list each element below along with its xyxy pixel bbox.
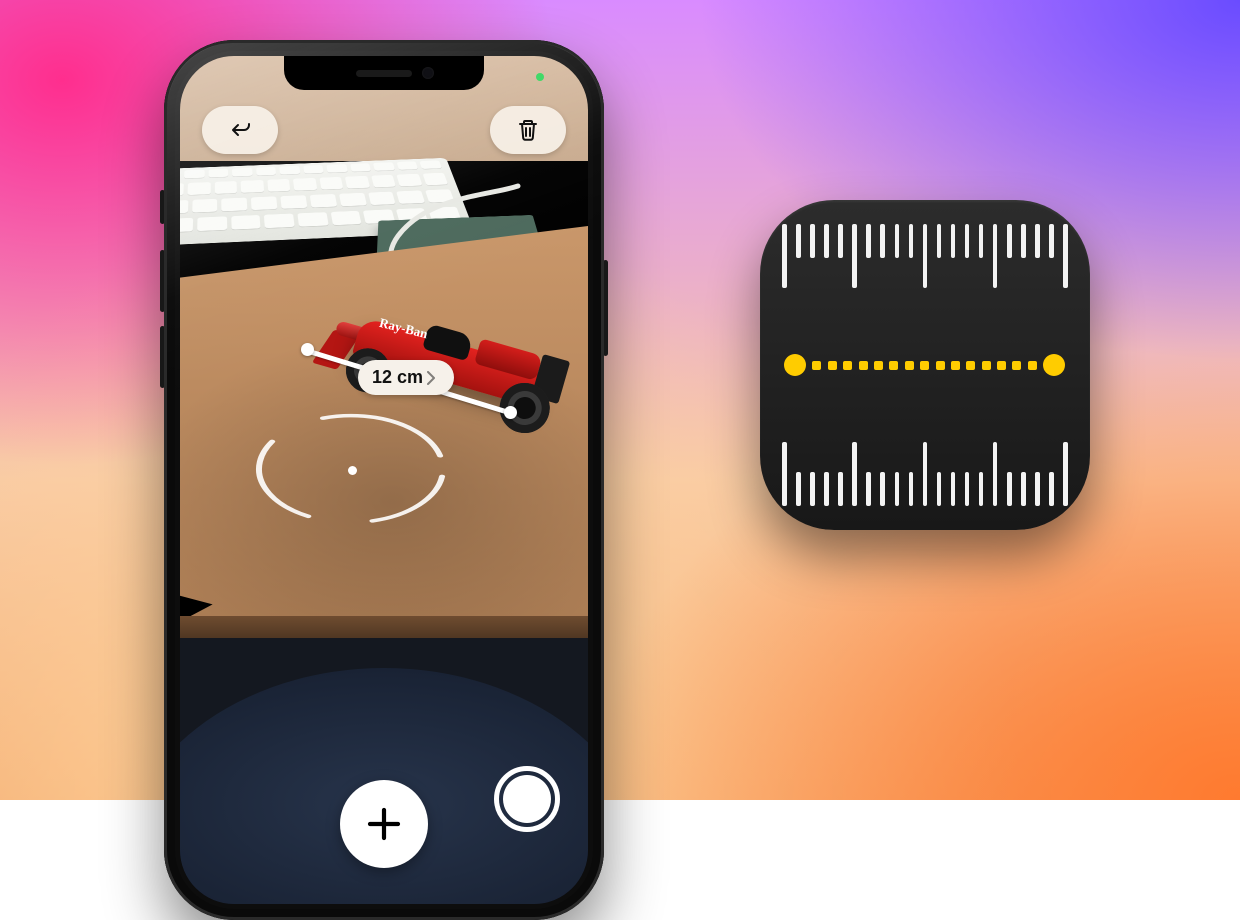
top-toolbar [180, 106, 588, 154]
delete-button[interactable] [490, 106, 566, 154]
undo-button[interactable] [202, 106, 278, 154]
iphone-device: Ray-Ban 12 cm [164, 40, 604, 920]
ruler-ticks-bottom [760, 442, 1090, 506]
measure-app-icon [760, 200, 1090, 530]
notch [284, 56, 484, 90]
camera-in-use-indicator [536, 73, 544, 81]
measurement-value: 12 cm [372, 367, 423, 388]
ruler-measure-line [784, 354, 1066, 376]
measurement-label[interactable]: 12 cm [358, 360, 454, 395]
ruler-ticks-top [760, 224, 1090, 288]
ruler-endpoint-right [1043, 354, 1065, 376]
capture-button[interactable] [494, 766, 560, 832]
plus-icon [366, 806, 402, 842]
screen: Ray-Ban 12 cm [180, 56, 588, 904]
bottom-controls [180, 774, 588, 874]
chevron-right-icon [427, 371, 436, 385]
trash-icon [515, 117, 541, 143]
ruler-endpoint-left [784, 354, 806, 376]
undo-icon [227, 117, 253, 143]
add-point-button[interactable] [340, 780, 428, 868]
